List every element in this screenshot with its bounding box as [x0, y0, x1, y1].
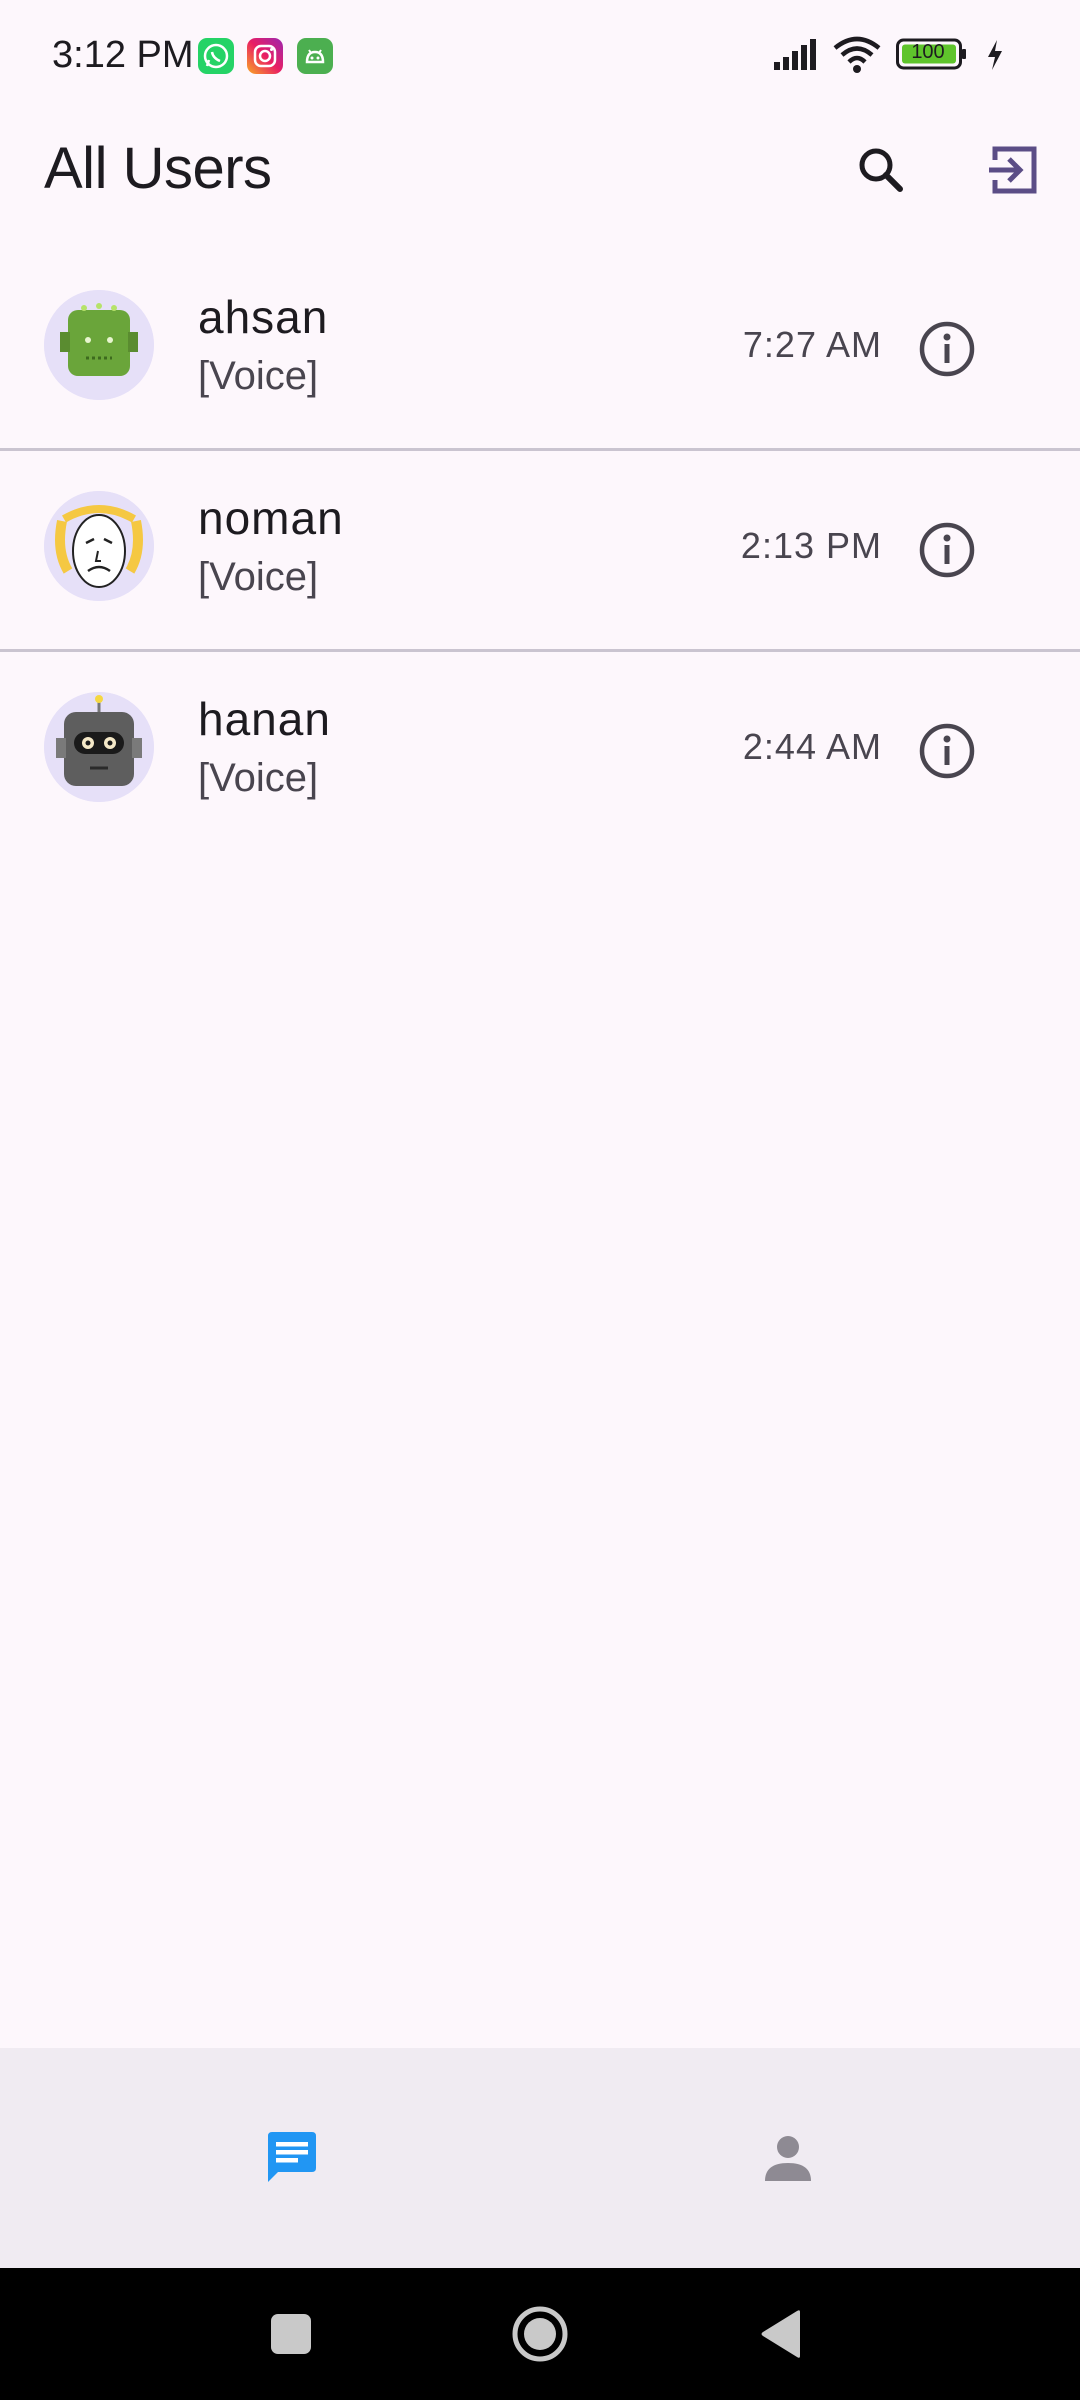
green-robot-avatar: [44, 290, 154, 400]
search-icon: [859, 148, 903, 192]
triangle-back-icon: [761, 2310, 800, 2358]
square-icon: [271, 2314, 311, 2354]
whatsapp-icon: [198, 38, 234, 74]
info-icon: [919, 321, 975, 377]
user-row[interactable]: hanan [Voice] 2:44 AM: [0, 652, 1080, 850]
chat-icon: [268, 2132, 316, 2182]
message-time: 7:27 AM: [742, 324, 882, 365]
wifi-icon: [832, 36, 882, 79]
info-button[interactable]: [910, 312, 984, 386]
bottom-navigation: [0, 2048, 1080, 2268]
recents-button[interactable]: [246, 2268, 336, 2400]
gray-robot-avatar: [44, 692, 154, 802]
status-bar: 3:12 PM 100: [0, 0, 1080, 115]
circle-icon: [512, 2306, 568, 2362]
message-time: 2:44 AM: [742, 726, 882, 767]
system-navigation-bar: [0, 2268, 1080, 2400]
user-list: ahsan [Voice] 7:27 AM noman [Voice] 2:13…: [0, 250, 1080, 850]
user-name: hanan: [198, 693, 331, 745]
android-app-icon: [297, 38, 333, 74]
user-row[interactable]: noman [Voice] 2:13 PM: [0, 451, 1080, 652]
info-icon: [919, 723, 975, 779]
user-name: noman: [198, 492, 344, 544]
battery-level: 100: [911, 41, 945, 63]
blonde-sad-face-avatar: [44, 491, 154, 601]
person-icon: [765, 2136, 811, 2181]
info-icon: [919, 522, 975, 578]
page-title: All Users: [44, 136, 272, 201]
user-row[interactable]: ahsan [Voice] 7:27 AM: [0, 250, 1080, 451]
instagram-icon: [247, 38, 283, 74]
last-message: [Voice]: [198, 354, 319, 398]
charging-icon: [984, 38, 1006, 77]
info-button[interactable]: [910, 513, 984, 587]
last-message: [Voice]: [198, 555, 319, 599]
last-message: [Voice]: [198, 756, 319, 800]
info-button[interactable]: [910, 714, 984, 788]
logout-button[interactable]: [968, 125, 1058, 215]
message-time: 2:13 PM: [740, 525, 882, 566]
nav-item-profile[interactable]: [518, 2048, 1058, 2268]
logout-icon: [989, 146, 1037, 194]
signal-icon: [772, 36, 822, 77]
back-button[interactable]: [736, 2268, 826, 2400]
app-bar: All Users: [0, 115, 1080, 225]
nav-item-chats[interactable]: [22, 2048, 562, 2268]
search-button[interactable]: [836, 125, 926, 215]
status-time: 3:12 PM: [52, 34, 194, 76]
home-button[interactable]: [490, 2268, 590, 2400]
user-name: ahsan: [198, 291, 329, 343]
